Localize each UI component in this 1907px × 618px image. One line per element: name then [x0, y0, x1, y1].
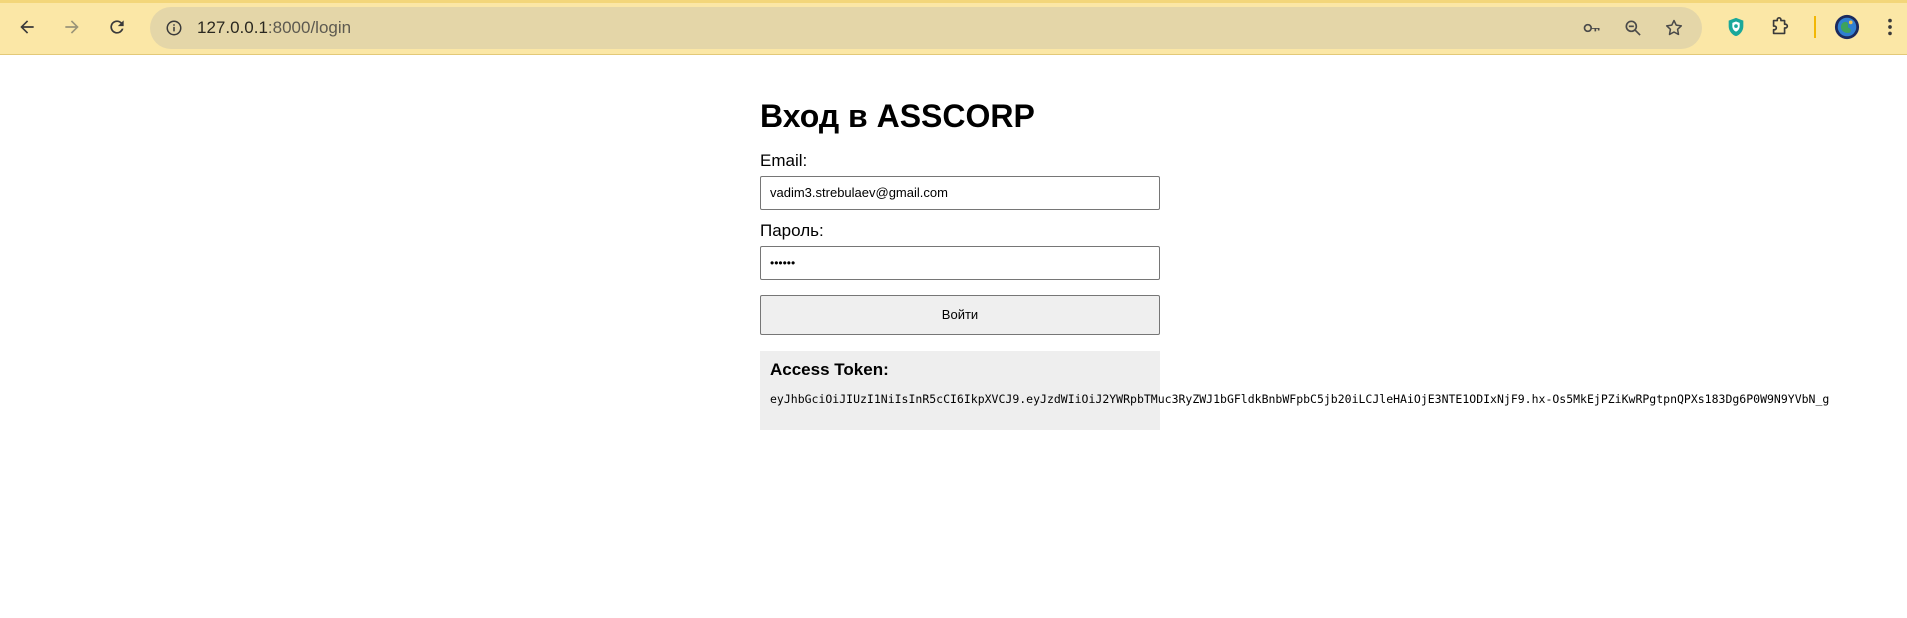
url-text[interactable]: 127.0.0.1:8000/login [197, 18, 351, 38]
zoom-out-icon [1625, 20, 1641, 36]
bookmark-button[interactable] [1662, 16, 1686, 40]
info-icon [166, 20, 182, 36]
token-panel: Access Token: eyJhbGciOiJIUzI1NiIsInR5cC… [760, 351, 1829, 430]
token-value: eyJhbGciOiJIUzI1NiIsInR5cCI6IkpXVCJ9.eyJ… [770, 392, 1830, 406]
login-form: Вход в ASSCORP Email: vadim3.strebulaev@… [760, 92, 1829, 430]
password-field[interactable]: •••••• [760, 246, 1160, 280]
address-bar[interactable]: 127.0.0.1:8000/login [150, 7, 1702, 49]
email-label: Email: [760, 151, 808, 170]
toolbar-top-accent [0, 0, 1907, 3]
reload-button[interactable] [100, 10, 134, 44]
reload-icon [110, 20, 124, 34]
email-field[interactable]: vadim3.strebulaev@gmail.com [760, 176, 1160, 210]
puzzle-icon [1772, 17, 1789, 35]
password-manager-button[interactable] [1580, 16, 1604, 40]
star-icon [1665, 19, 1683, 36]
login-button[interactable]: Войти [760, 295, 1160, 335]
browser-toolbar: 127.0.0.1:8000/login [0, 0, 1907, 55]
browser-menu-button[interactable] [1876, 13, 1904, 41]
arrow-right-icon [65, 20, 79, 34]
toolbar-divider [1814, 16, 1816, 38]
forward-button[interactable] [55, 10, 89, 44]
extensions-button[interactable] [1766, 13, 1794, 41]
token-title: Access Token: [770, 360, 889, 379]
page-title: Вход в ASSCORP [760, 98, 1035, 134]
password-label: Пароль: [760, 221, 824, 240]
url-host: 127.0.0.1 [197, 18, 268, 37]
avatar [1834, 14, 1860, 40]
profile-button[interactable] [1833, 13, 1861, 41]
zoom-button[interactable] [1621, 16, 1645, 40]
shield-icon [1728, 17, 1744, 37]
arrow-left-icon [20, 20, 34, 34]
key-icon [1583, 23, 1600, 33]
url-path: :8000/login [267, 18, 352, 37]
extension-shield-button[interactable] [1722, 13, 1750, 41]
kebab-menu-icon [1888, 18, 1892, 36]
site-info-button[interactable] [162, 16, 186, 40]
back-button[interactable] [10, 10, 44, 44]
